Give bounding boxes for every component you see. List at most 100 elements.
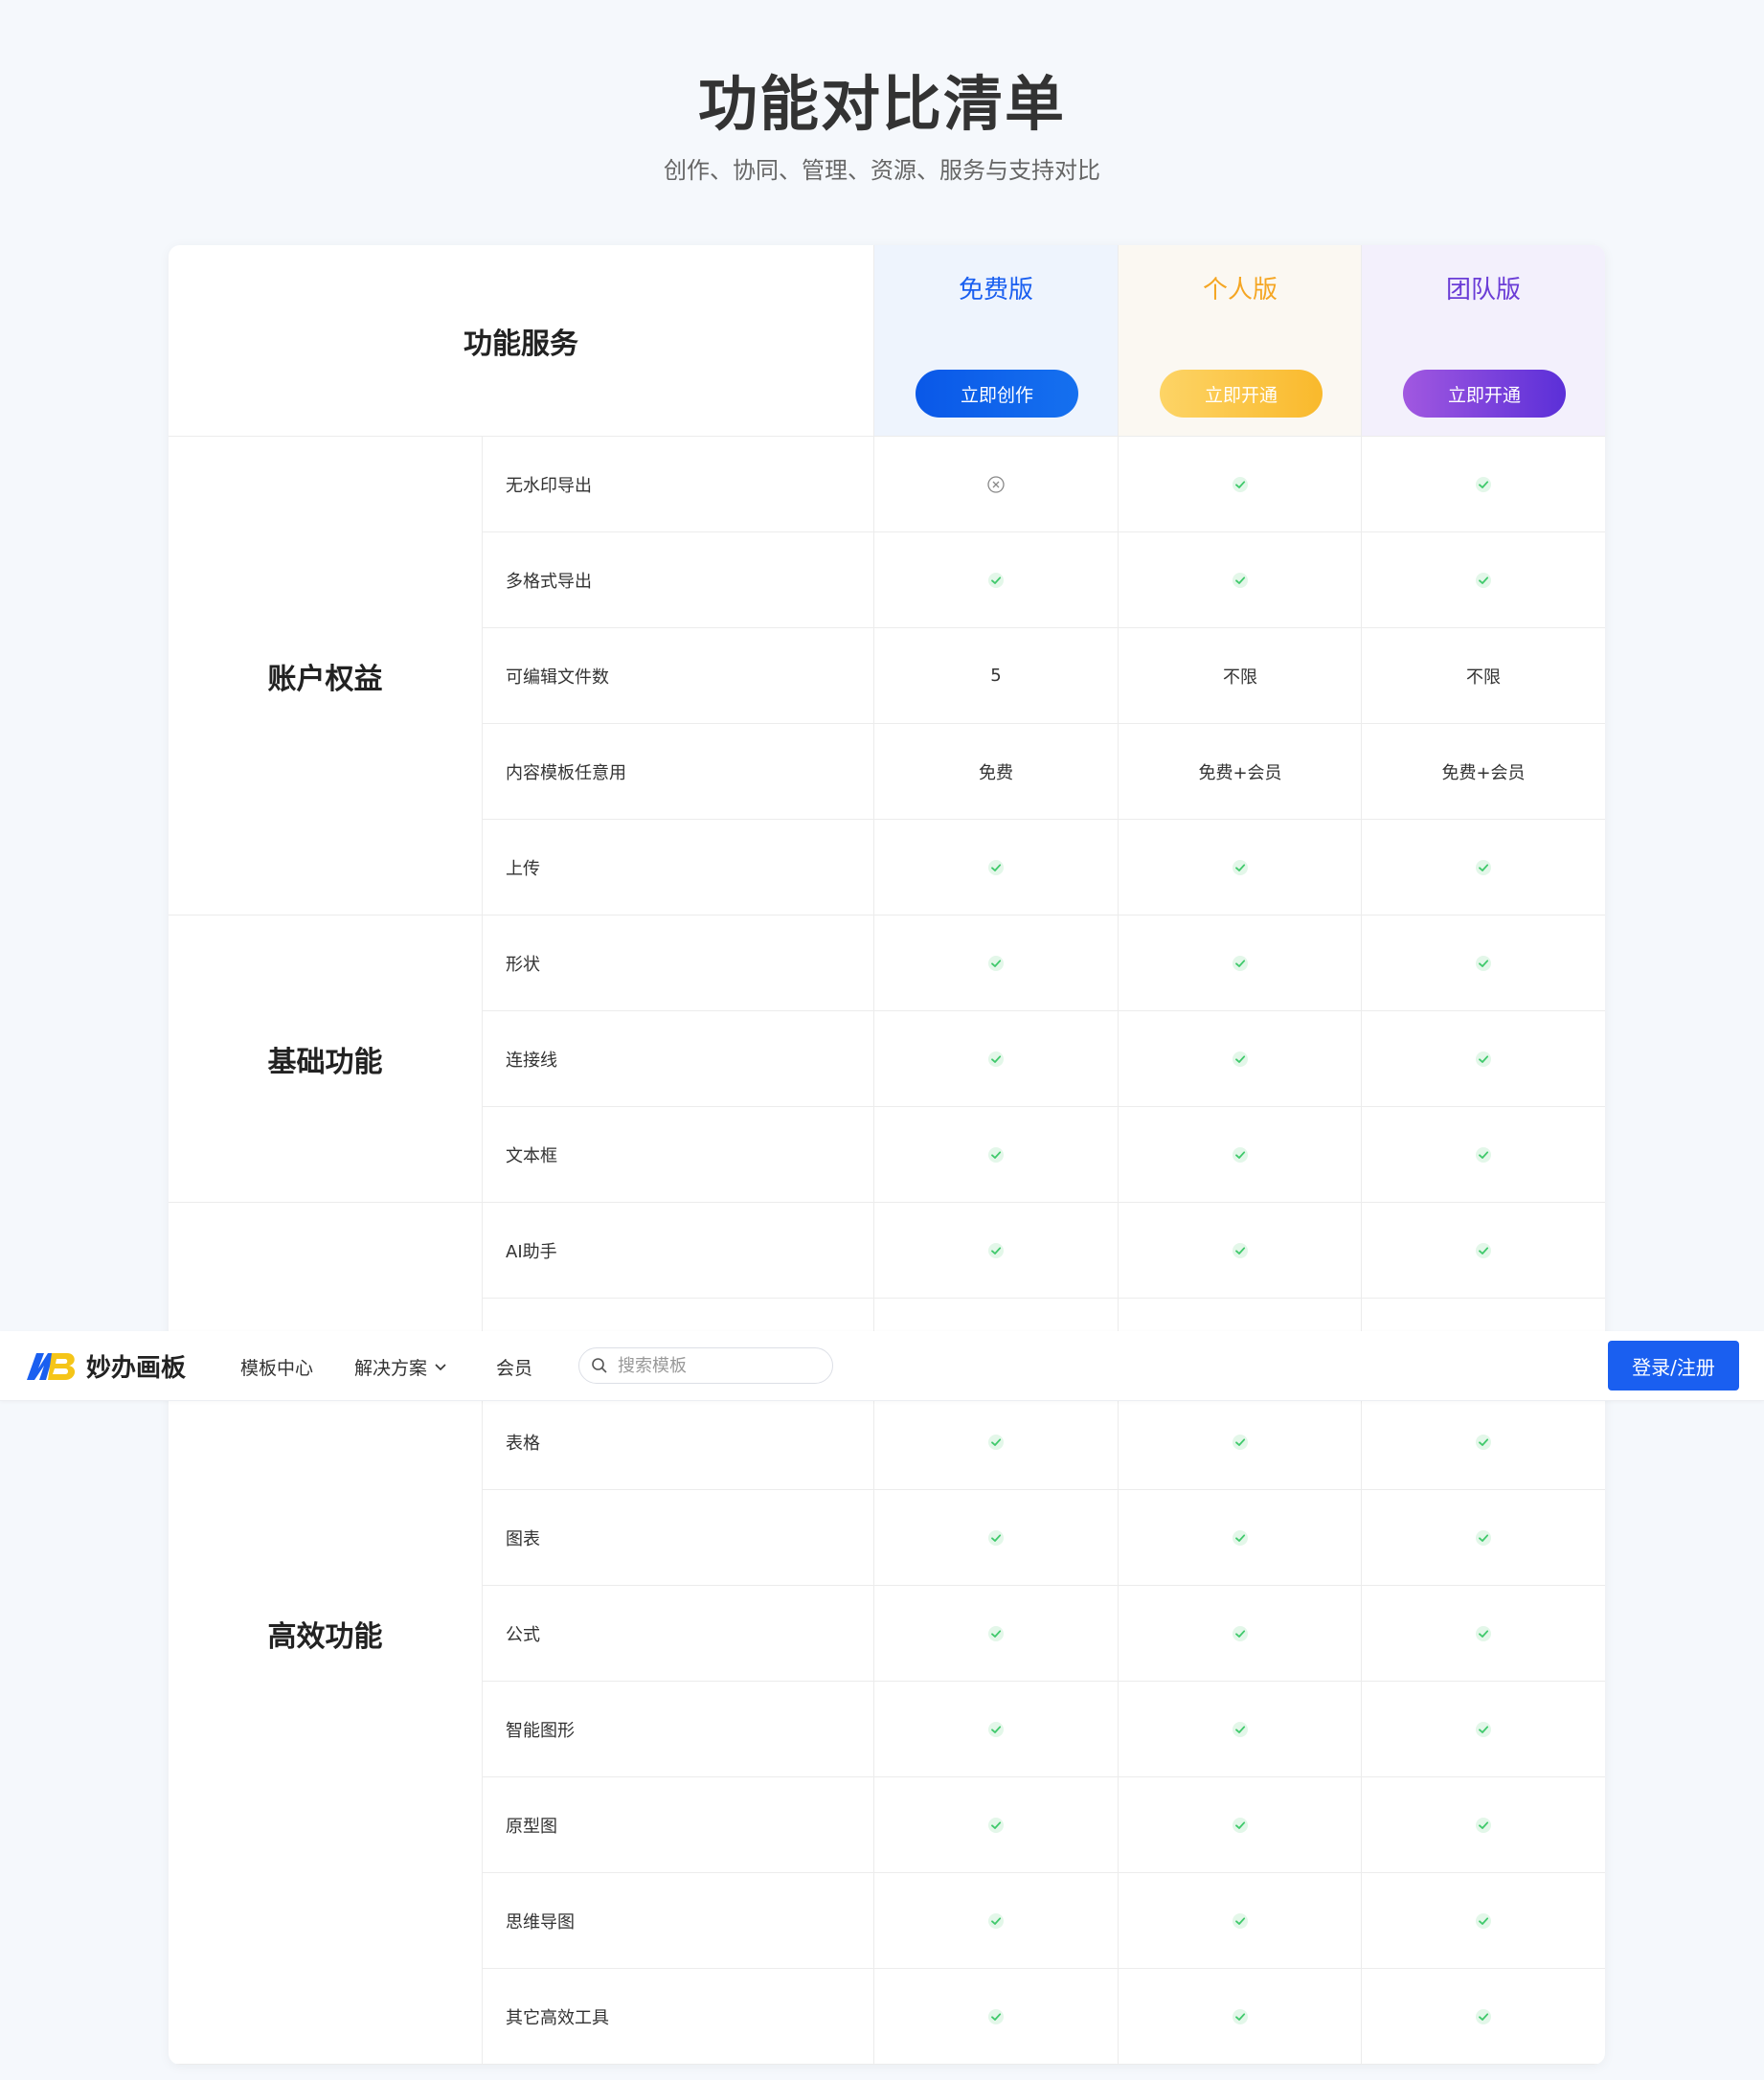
plan-cta-button[interactable]: 立即创作 <box>916 370 1078 418</box>
nav-solutions[interactable]: 解决方案 <box>354 1354 448 1380</box>
comparison-table: 功能服务 免费版 立即创作 个人版 立即开通 团队版 立即开通 账户权益 无水印导出 多格式导出… <box>169 245 1605 2065</box>
feature-cell <box>1118 916 1362 1011</box>
feature-cell <box>1361 916 1605 1011</box>
logo-icon <box>27 1352 76 1380</box>
check-icon <box>1476 2008 1491 2024</box>
search-input[interactable] <box>616 1354 811 1377</box>
feature-cell <box>873 916 1118 1011</box>
plan-name: 团队版 <box>1445 276 1521 305</box>
plan-header-2: 团队版 立即开通 <box>1361 245 1605 437</box>
check-icon <box>1233 1242 1248 1258</box>
page-subtitle: 创作、协同、管理、资源、服务与支持对比 <box>664 157 1100 184</box>
check-icon <box>1233 1817 1248 1833</box>
feature-cell <box>1118 1682 1362 1777</box>
feature-label: 其它高效工具 <box>482 1969 873 2065</box>
feature-cell <box>1118 1969 1362 2065</box>
feature-cell <box>1118 1490 1362 1586</box>
feature-cell <box>873 1586 1118 1682</box>
check-icon <box>1233 476 1248 492</box>
feature-cell <box>1118 532 1362 628</box>
logo-text: 妙办画板 <box>86 1354 187 1383</box>
check-icon <box>1476 476 1491 492</box>
feature-value: 不限 <box>1118 628 1362 724</box>
check-icon <box>1233 1529 1248 1546</box>
feature-label: 公式 <box>482 1586 873 1682</box>
check-icon <box>1233 1146 1248 1163</box>
feature-label: 原型图 <box>482 1777 873 1873</box>
check-icon <box>988 1912 1004 1929</box>
feature-label: 图表 <box>482 1490 873 1586</box>
feature-label: 内容模板任意用 <box>482 724 873 820</box>
check-icon <box>988 1625 1004 1641</box>
check-icon <box>1233 1721 1248 1737</box>
check-icon <box>1476 1625 1491 1641</box>
check-icon <box>1476 1051 1491 1067</box>
feature-cell <box>1361 1490 1605 1586</box>
feature-cell <box>873 1107 1118 1203</box>
table-header-label: 功能服务 <box>169 245 873 437</box>
top-navbar: 妙办画板 模板中心 解决方案 会员 登录/注册 <box>0 1331 1764 1401</box>
check-icon <box>1233 859 1248 875</box>
check-icon <box>1476 1146 1491 1163</box>
feature-cell <box>873 1203 1118 1299</box>
plan-cta-button[interactable]: 立即开通 <box>1403 370 1566 418</box>
feature-cell <box>873 820 1118 916</box>
feature-cell <box>873 1011 1118 1107</box>
feature-cell <box>1118 1107 1362 1203</box>
check-icon <box>988 1434 1004 1450</box>
check-icon <box>1476 1242 1491 1258</box>
feature-cell <box>1118 1873 1362 1969</box>
feature-cell <box>1361 820 1605 916</box>
nav-membership[interactable]: 会员 <box>496 1354 532 1380</box>
check-icon <box>1233 1434 1248 1450</box>
check-icon <box>988 1817 1004 1833</box>
feature-label: 智能图形 <box>482 1682 873 1777</box>
feature-cell <box>1361 1107 1605 1203</box>
check-icon <box>1476 572 1491 588</box>
check-icon <box>1233 2008 1248 2024</box>
feature-cell <box>1361 532 1605 628</box>
feature-cell <box>1118 1011 1362 1107</box>
feature-cell <box>1361 1969 1605 2065</box>
group-label: 基础功能 <box>169 916 482 1203</box>
feature-cell <box>1118 1586 1362 1682</box>
plan-cta-button[interactable]: 立即开通 <box>1160 370 1323 418</box>
feature-label: 文本框 <box>482 1107 873 1203</box>
feature-label: 思维导图 <box>482 1873 873 1969</box>
feature-cell <box>1361 1777 1605 1873</box>
feature-cell <box>1361 1873 1605 1969</box>
feature-cell <box>1118 820 1362 916</box>
feature-value: 5 <box>873 628 1118 724</box>
check-icon <box>988 1529 1004 1546</box>
check-icon <box>1476 1434 1491 1450</box>
login-register-button[interactable]: 登录/注册 <box>1608 1341 1739 1390</box>
check-icon <box>988 955 1004 971</box>
feature-cell <box>1361 437 1605 532</box>
check-icon <box>988 859 1004 875</box>
plan-name: 免费版 <box>958 276 1033 305</box>
feature-value: 不限 <box>1361 628 1605 724</box>
nav-template-center[interactable]: 模板中心 <box>240 1354 313 1380</box>
cross-circle-icon <box>987 475 1005 493</box>
check-icon <box>1476 1721 1491 1737</box>
feature-value: 免费 <box>873 724 1118 820</box>
check-icon <box>1233 1912 1248 1929</box>
feature-cell <box>873 1394 1118 1490</box>
feature-cell <box>873 437 1118 532</box>
feature-cell <box>873 1777 1118 1873</box>
check-icon <box>988 1051 1004 1067</box>
feature-label: 表格 <box>482 1394 873 1490</box>
feature-cell <box>1118 1394 1362 1490</box>
feature-cell <box>873 1490 1118 1586</box>
check-icon <box>988 1242 1004 1258</box>
search-box[interactable] <box>578 1347 833 1384</box>
logo[interactable]: 妙办画板 <box>25 1348 186 1384</box>
check-icon <box>988 2008 1004 2024</box>
feature-cell <box>873 1682 1118 1777</box>
group-label: 账户权益 <box>169 437 482 916</box>
check-icon <box>1476 1912 1491 1929</box>
plan-header-0: 免费版 立即创作 <box>873 245 1118 437</box>
check-icon <box>988 572 1004 588</box>
search-icon <box>592 1358 607 1373</box>
check-icon <box>1233 955 1248 971</box>
